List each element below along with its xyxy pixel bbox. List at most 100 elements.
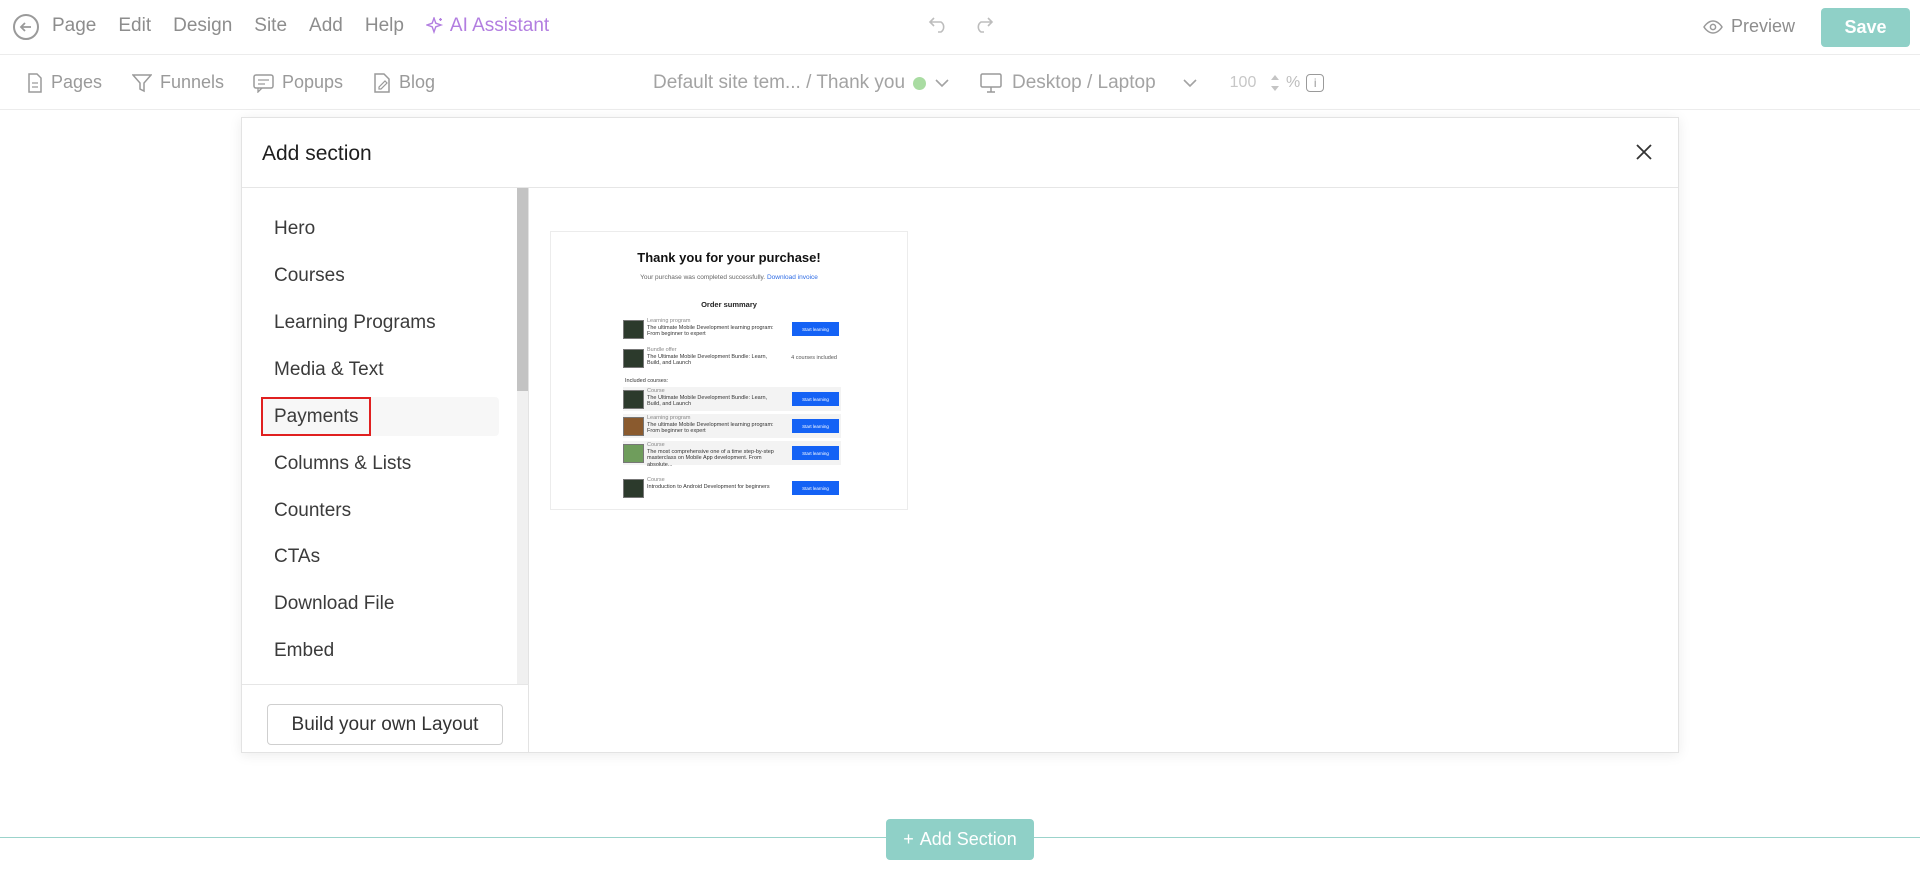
zoom-input[interactable]: 100 (1222, 70, 1264, 96)
status-dot (913, 76, 927, 90)
menu-page[interactable]: Page (52, 15, 96, 37)
breadcrumb: Default site tem... / Thank you (653, 72, 906, 93)
zoom-unit: % (1286, 74, 1301, 91)
row-button: Start learning (792, 446, 839, 460)
secondary-toolbar: Pages Funnels Popups Blog Default site t… (0, 55, 1920, 110)
undo-icon[interactable] (928, 15, 950, 33)
category-hero[interactable]: Hero (261, 209, 499, 248)
nav-blog[interactable]: Blog (373, 72, 435, 93)
row-button: Start learning (792, 419, 839, 433)
add-section-button[interactable]: + Add Section (886, 819, 1034, 860)
add-section-modal: Add section Hero Courses Learning Progra… (241, 117, 1679, 753)
build-layout-button[interactable]: Build your own Layout (267, 704, 503, 745)
redo-icon[interactable] (972, 15, 994, 33)
modal-header: Add section (242, 118, 1678, 188)
nav-pages-label: Pages (51, 72, 103, 92)
scrollbar-thumb[interactable] (517, 188, 528, 391)
top-toolbar: Page Edit Design Site Add Help AI Assist… (0, 0, 1920, 55)
row-text: Course Introduction to Android Developmen… (647, 477, 770, 490)
template-order-summary: Order summary (701, 300, 757, 309)
row-button: Start learning (792, 481, 839, 495)
history-controls (928, 15, 994, 33)
desktop-icon (980, 73, 1002, 93)
back-icon[interactable] (13, 14, 39, 40)
thumbnail-image (623, 479, 644, 498)
chevron-down-icon (1183, 79, 1197, 88)
template-invoice-link: Download invoice (766, 274, 818, 281)
row-button: Start learning (792, 392, 839, 406)
template-row: Learning program The ultimate Mobile Deve… (623, 414, 841, 438)
selection-highlight (261, 397, 371, 436)
row-text: Learning program The ultimate Mobile Deve… (647, 318, 774, 337)
category-counters[interactable]: Counters (261, 491, 499, 530)
category-media-text[interactable]: Media & Text (261, 350, 499, 389)
plus-icon: + (903, 829, 914, 849)
page-selector[interactable]: Default site tem... / Thank you (653, 72, 950, 94)
category-columns-lists[interactable]: Columns & Lists (261, 444, 499, 483)
ai-assistant-label: AI Assistant (449, 15, 550, 36)
menu-add[interactable]: Add (309, 15, 343, 37)
thumbnail-image (623, 320, 644, 339)
template-subtitle-text: Your purchase was completed successfully… (640, 274, 766, 281)
device-selector[interactable]: Desktop / Laptop (980, 72, 1198, 94)
zoom-control: 100 % i (1222, 70, 1325, 96)
popup-icon (253, 73, 274, 93)
nav-funnels-label: Funnels (160, 72, 225, 92)
preview-label: Preview (1731, 16, 1796, 36)
category-download-file[interactable]: Download File (261, 584, 499, 623)
row-text: Learning program The ultimate Mobile Deve… (647, 415, 774, 434)
template-subtitle: Your purchase was completed successfully… (551, 274, 907, 281)
category-scrollbar[interactable] (517, 188, 528, 684)
stepper-icon[interactable] (1270, 72, 1280, 94)
menu-site[interactable]: Site (254, 15, 287, 37)
page-icon (28, 72, 42, 93)
category-payments[interactable]: Payments (261, 397, 499, 436)
category-ctas[interactable]: CTAs (261, 537, 499, 576)
menu-design[interactable]: Design (173, 15, 232, 37)
category-learning-programs[interactable]: Learning Programs (261, 303, 499, 342)
device-label: Desktop / Laptop (1012, 72, 1156, 93)
template-row: Course Introduction to Android Developmen… (623, 476, 841, 500)
template-row: Course The Ultimate Mobile Development Bu… (623, 387, 841, 411)
close-icon[interactable] (1632, 140, 1656, 164)
modal-title: Add section (262, 142, 372, 165)
template-row: Learning program The ultimate Mobile Deve… (623, 317, 841, 341)
thumbnail-image (623, 349, 644, 368)
eye-icon (1703, 19, 1723, 34)
thumbnail-image (623, 444, 644, 463)
template-row: Bundle offer The Ultimate Mobile Developm… (623, 346, 841, 370)
nav-funnels[interactable]: Funnels (132, 72, 224, 93)
thumbnail-image (623, 417, 644, 436)
nav-popups[interactable]: Popups (253, 72, 343, 93)
section-template-card[interactable]: Thank you for your purchase! Your purcha… (550, 231, 908, 510)
menu-edit[interactable]: Edit (118, 15, 151, 37)
nav-popups-label: Popups (282, 72, 344, 92)
chevron-down-icon (935, 79, 949, 88)
template-included-label: Included courses: (625, 378, 669, 384)
ai-assistant-button[interactable]: AI Assistant (425, 15, 571, 37)
add-section-label: Add Section (919, 829, 1017, 849)
funnel-icon (132, 73, 152, 92)
info-icon[interactable]: i (1306, 74, 1325, 92)
row-button: Start learning (792, 322, 839, 336)
category-sidebar: Hero Courses Learning Programs Media & T… (242, 188, 529, 753)
thumbnail-image (623, 390, 644, 409)
row-tag: 4 courses included (791, 355, 837, 361)
category-courses[interactable]: Courses (261, 256, 499, 295)
row-text: Course The most comprehensive one of a ti… (647, 442, 774, 468)
nav-blog-label: Blog (399, 72, 436, 92)
blog-icon (374, 72, 390, 93)
menu-help[interactable]: Help (365, 15, 404, 37)
preview-button[interactable]: Preview (1703, 16, 1795, 37)
sidebar-footer: Build your own Layout (242, 684, 529, 753)
template-row: Course The most comprehensive one of a ti… (623, 441, 841, 468)
category-list: Hero Courses Learning Programs Media & T… (242, 188, 529, 684)
template-title: Thank you for your purchase! (637, 250, 821, 265)
category-embed[interactable]: Embed (261, 631, 499, 670)
save-button[interactable]: Save (1821, 8, 1910, 47)
row-text: Bundle offer The Ultimate Mobile Developm… (647, 347, 768, 366)
main-menu: Page Edit Design Site Add Help AI Assist… (52, 15, 593, 37)
row-text: Course The Ultimate Mobile Development Bu… (647, 388, 768, 407)
sparkle-icon (425, 17, 444, 35)
nav-pages[interactable]: Pages (27, 72, 102, 93)
